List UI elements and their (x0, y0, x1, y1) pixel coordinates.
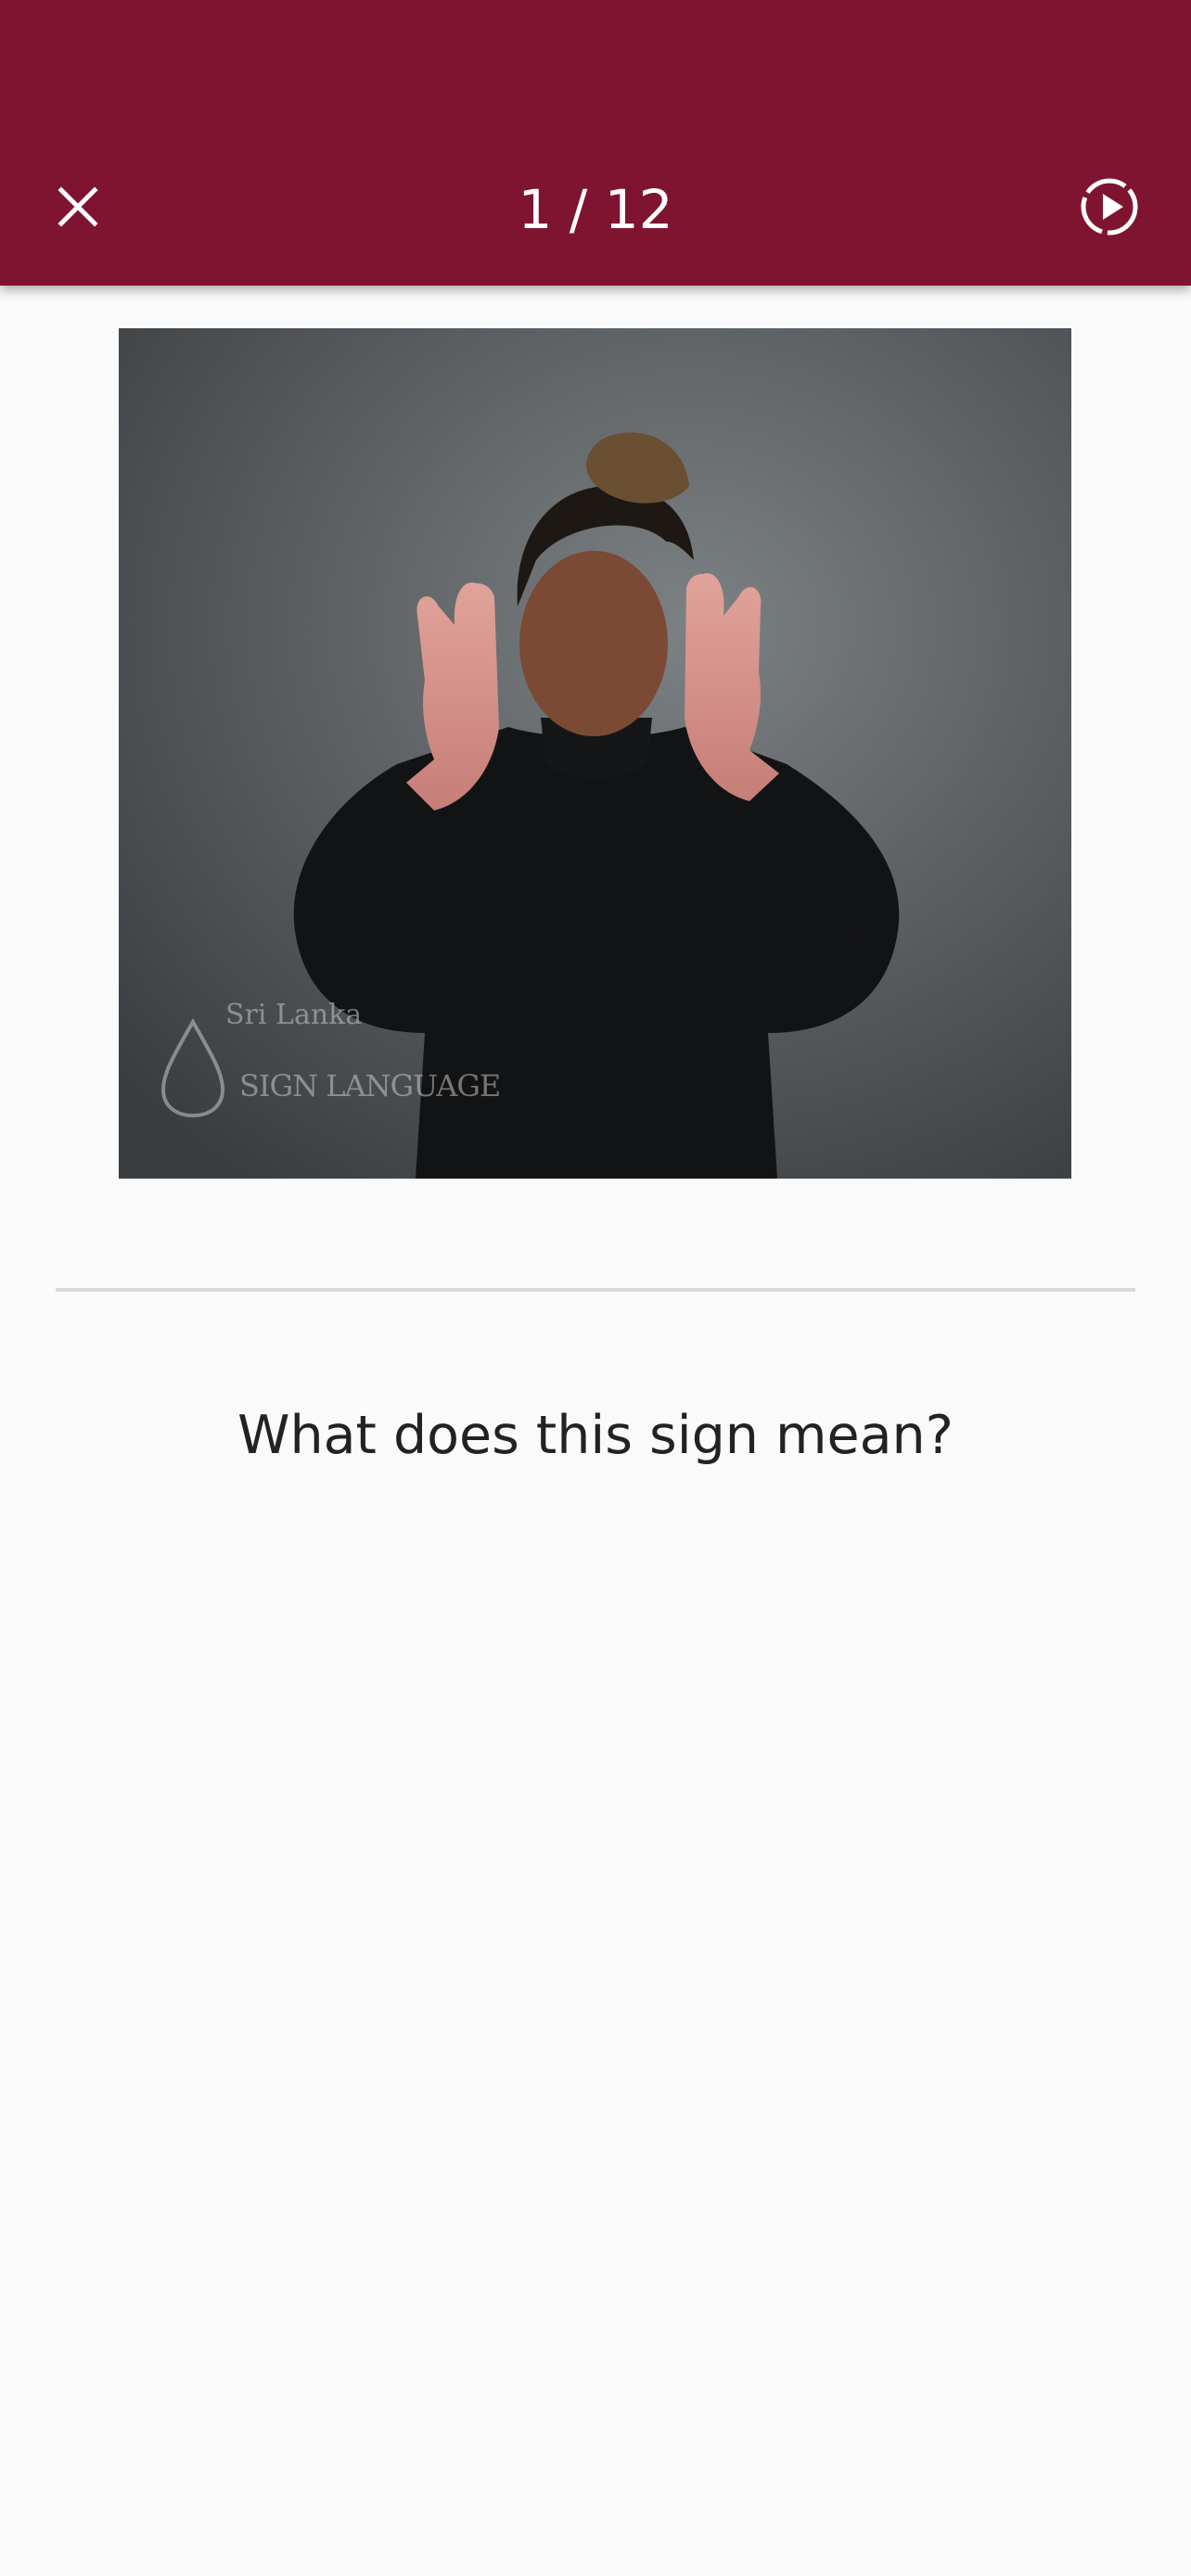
question-text: What does this sign mean? (237, 1405, 954, 1466)
play-circle-dashed-icon (1081, 178, 1138, 236)
counter-text: 1 / 12 (518, 178, 673, 241)
drop-logo-icon (160, 1017, 225, 1118)
sign-video[interactable]: Sri Lanka SIGN LANGUAGE (119, 328, 1071, 1179)
divider (56, 1288, 1135, 1292)
watermark-line2: SIGN LANGUAGE (239, 1068, 501, 1103)
watermark: Sri Lanka SIGN LANGUAGE (156, 999, 501, 1123)
question-counter: 1 / 12 (0, 172, 1191, 247)
app-bar: 1 / 12 (0, 0, 1191, 286)
play-button[interactable] (1072, 170, 1146, 244)
signer-illustration (119, 328, 1071, 1179)
watermark-line1: Sri Lanka (225, 999, 363, 1031)
